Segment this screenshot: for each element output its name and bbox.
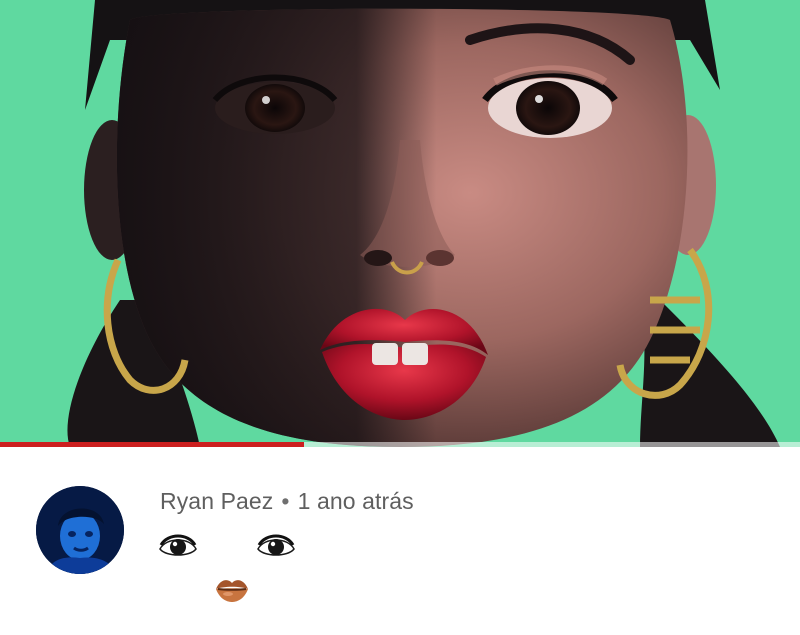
eye-emoji-icon — [159, 534, 197, 556]
avatar[interactable] — [36, 486, 124, 574]
comment: Ryan Paez • 1 ano atrás — [0, 447, 800, 635]
lips-emoji-icon — [216, 580, 248, 602]
avatar-image — [36, 486, 124, 574]
comment-timestamp[interactable]: 1 ano atrás — [298, 488, 414, 514]
video-player[interactable] — [0, 0, 800, 447]
comment-author[interactable]: Ryan Paez — [160, 488, 273, 514]
comment-body — [150, 525, 320, 615]
separator-dot: • — [281, 488, 290, 514]
comment-header: Ryan Paez • 1 ano atrás — [160, 488, 414, 515]
eye-emoji-icon — [257, 534, 295, 556]
video-frame-image — [0, 0, 800, 447]
